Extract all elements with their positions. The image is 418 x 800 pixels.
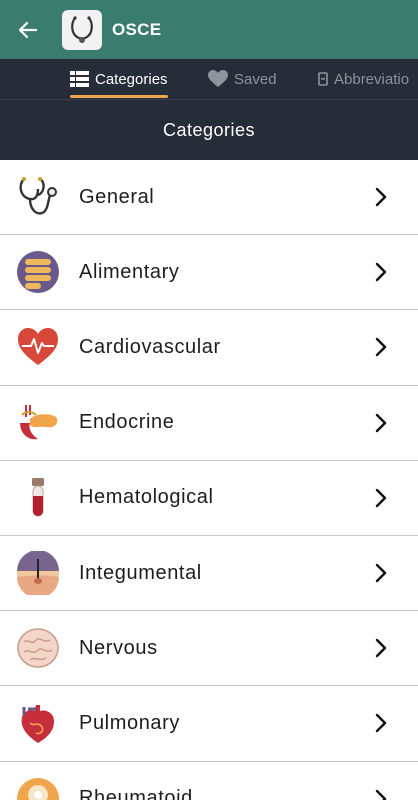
category-label: General: [79, 185, 155, 208]
category-label: Alimentary: [79, 260, 180, 283]
category-row-nervous[interactable]: Nervous: [0, 611, 418, 687]
stethoscope-logo-icon: [71, 15, 93, 43]
skin-icon: [17, 551, 59, 596]
tab-saved[interactable]: Saved: [208, 59, 277, 99]
active-tab-indicator: [70, 95, 168, 98]
organ-heart-icon: [21, 705, 54, 744]
list-icon: [70, 71, 89, 87]
tab-bar: Categories Saved Abbreviatio: [0, 59, 418, 99]
tab-saved-label: Saved: [234, 70, 277, 88]
chevron-right-icon: [375, 714, 387, 733]
category-row-general[interactable]: General: [0, 160, 418, 236]
tab-abbreviations[interactable]: Abbreviatio: [318, 59, 409, 99]
tab-categories-label: Categories: [95, 70, 168, 88]
abbreviation-icon: [318, 72, 328, 86]
category-list: General Alimentary Cardiovascular Endocr…: [0, 160, 418, 800]
section-title-text: Categories: [162, 119, 256, 140]
intestine-icon: [17, 251, 59, 294]
category-label: Cardiovascular: [79, 335, 221, 358]
joint-icon: [17, 777, 59, 800]
stethoscope-icon: [19, 177, 57, 215]
category-row-cardiovascular[interactable]: Cardiovascular: [0, 310, 418, 386]
chevron-right-icon: [375, 187, 387, 207]
tab-abbreviations-label: Abbreviatio: [334, 70, 410, 88]
blood-tube-icon: [32, 477, 44, 517]
category-label: Integumental: [79, 561, 202, 584]
back-button[interactable]: [0, 0, 56, 59]
category-row-rheumatoid[interactable]: Rheumatoid: [0, 761, 418, 800]
category-label: Endocrine: [79, 411, 175, 434]
app-logo: [62, 9, 102, 50]
chevron-right-icon: [375, 563, 387, 583]
brain-icon: [17, 628, 59, 668]
back-arrow-icon: [18, 21, 38, 38]
heart-pulse-icon: [18, 328, 58, 366]
category-label: Pulmonary: [79, 711, 180, 734]
chevron-right-icon: [375, 789, 387, 800]
chevron-right-icon: [375, 413, 387, 432]
pancreas-icon: [20, 404, 58, 439]
chevron-right-icon: [375, 263, 387, 282]
chevron-right-icon: [375, 639, 387, 658]
category-label: Hematological: [79, 486, 214, 509]
app-bar: OSCE: [0, 0, 418, 59]
category-label: Rheumatoid: [79, 787, 193, 800]
category-row-hematological[interactable]: Hematological: [0, 460, 418, 536]
chevron-right-icon: [375, 488, 387, 508]
tab-categories[interactable]: Categories: [70, 59, 168, 99]
heart-icon: [208, 70, 228, 87]
category-label: Nervous: [79, 636, 158, 659]
category-row-alimentary[interactable]: Alimentary: [0, 235, 418, 311]
category-row-endocrine[interactable]: Endocrine: [0, 385, 418, 461]
category-row-integumental[interactable]: Integumental: [0, 535, 418, 612]
chevron-right-icon: [375, 338, 387, 357]
section-title: Categories: [0, 99, 418, 160]
category-row-pulmonary[interactable]: Pulmonary: [0, 686, 418, 762]
app-title: OSCE: [112, 19, 162, 39]
